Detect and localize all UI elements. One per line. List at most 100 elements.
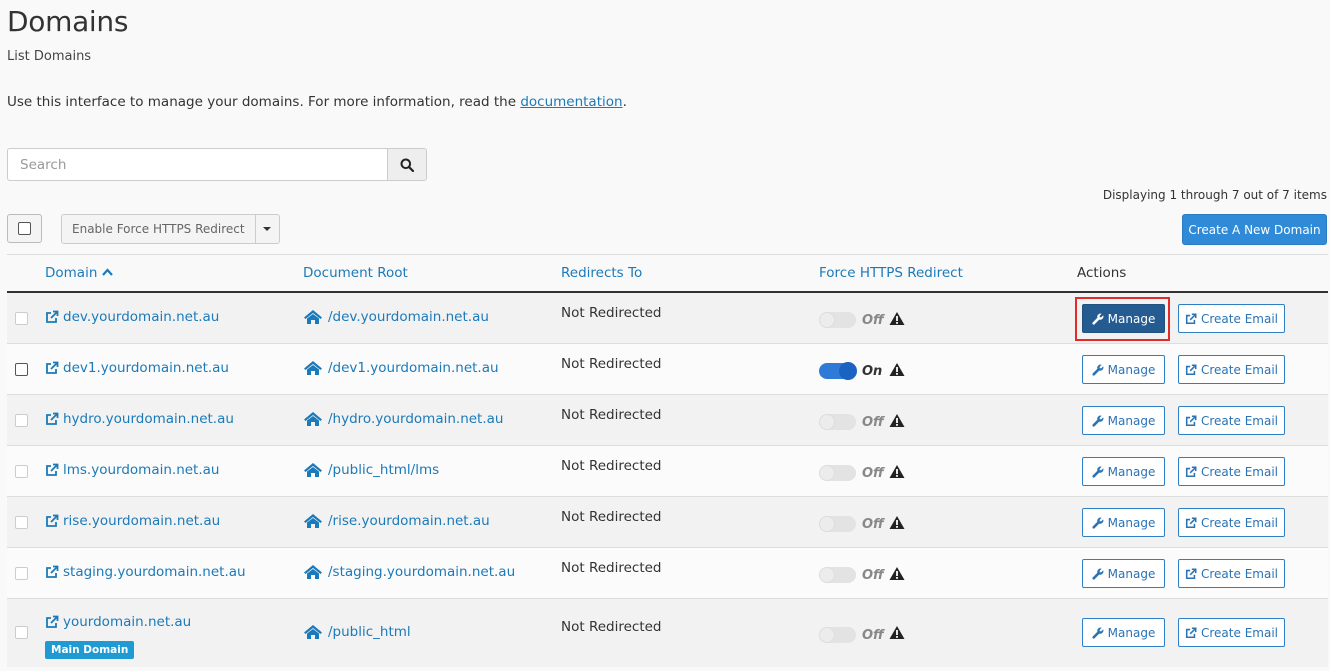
bulk-action-dropdown[interactable] <box>255 214 280 244</box>
docroot-link[interactable]: /public_html/lms <box>303 462 439 478</box>
toggle-knob <box>819 516 835 532</box>
https-toggle[interactable] <box>819 465 856 481</box>
docroot-path: /public_html/lms <box>328 462 440 478</box>
manage-button[interactable]: Manage <box>1082 559 1165 588</box>
row-checkbox[interactable] <box>15 414 28 427</box>
create-email-button[interactable]: Create Email <box>1178 304 1285 333</box>
home-icon <box>304 412 322 426</box>
wrench-icon <box>1092 313 1104 325</box>
search-icon <box>400 158 414 172</box>
domain-link[interactable]: dev1.yourdomain.net.au <box>45 360 229 376</box>
home-icon <box>304 565 322 579</box>
wrench-icon <box>1092 627 1104 639</box>
domain-name: yourdomain.net.au <box>63 614 192 630</box>
column-header-domain[interactable]: Domain <box>45 265 114 281</box>
home-icon <box>304 514 322 528</box>
https-status-label: Off <box>862 313 884 328</box>
docroot-path: /dev.yourdomain.net.au <box>328 309 489 325</box>
search-input[interactable] <box>7 148 387 181</box>
column-header-docroot[interactable]: Document Root <box>303 265 408 281</box>
create-email-button[interactable]: Create Email <box>1178 618 1285 647</box>
search-button[interactable] <box>387 148 427 181</box>
toggle-knob <box>819 312 835 328</box>
domain-link[interactable]: staging.yourdomain.net.au <box>45 564 246 580</box>
table-row: hydro.yourdomain.net.au /hydro.yourdomai… <box>7 395 1328 446</box>
toggle-knob <box>819 465 835 481</box>
column-header-https[interactable]: Force HTTPS Redirect <box>819 265 963 281</box>
domain-link[interactable]: dev.yourdomain.net.au <box>45 309 219 325</box>
docroot-link[interactable]: /rise.yourdomain.net.au <box>303 513 490 529</box>
row-checkbox[interactable] <box>15 363 28 376</box>
https-status-label: On <box>862 364 883 379</box>
create-email-button[interactable]: Create Email <box>1178 559 1285 588</box>
create-email-button[interactable]: Create Email <box>1178 508 1285 537</box>
https-status-label: Off <box>862 517 884 532</box>
domain-link[interactable]: hydro.yourdomain.net.au <box>45 411 234 427</box>
domain-link[interactable]: yourdomain.net.au <box>45 614 191 630</box>
select-all-button[interactable] <box>7 214 42 243</box>
docroot-link[interactable]: /hydro.yourdomain.net.au <box>303 411 503 427</box>
https-status-label: Off <box>862 628 884 643</box>
manage-button[interactable]: Manage <box>1082 457 1165 486</box>
manage-button[interactable]: Manage <box>1082 355 1165 384</box>
docroot-path: /staging.yourdomain.net.au <box>328 564 516 580</box>
create-email-button[interactable]: Create Email <box>1178 457 1285 486</box>
docroot-link[interactable]: /staging.yourdomain.net.au <box>303 564 515 580</box>
caret-down-icon <box>263 227 272 231</box>
wrench-icon <box>1092 466 1104 478</box>
row-checkbox[interactable] <box>15 465 28 478</box>
redirect-status: Not Redirected <box>561 560 662 576</box>
manage-button[interactable]: Manage <box>1082 406 1165 435</box>
domain-name: dev.yourdomain.net.au <box>63 309 220 325</box>
row-checkbox[interactable] <box>15 567 28 580</box>
external-link-icon <box>46 615 59 628</box>
warning-icon[interactable] <box>889 515 905 530</box>
warning-icon[interactable] <box>889 362 905 377</box>
external-link-icon <box>46 310 59 323</box>
wrench-icon <box>1092 517 1104 529</box>
enable-force-https-button[interactable]: Enable Force HTTPS Redirect <box>61 214 256 244</box>
manage-button[interactable]: Manage <box>1082 304 1165 333</box>
domain-name: lms.yourdomain.net.au <box>63 462 220 478</box>
create-domain-button[interactable]: Create A New Domain <box>1182 214 1327 245</box>
https-toggle[interactable] <box>819 362 857 380</box>
external-link-icon <box>1185 313 1197 324</box>
home-icon <box>304 361 322 375</box>
row-checkbox[interactable] <box>15 626 28 639</box>
external-link-icon <box>1185 415 1197 426</box>
manage-button[interactable]: Manage <box>1082 508 1165 537</box>
domain-link[interactable]: lms.yourdomain.net.au <box>45 462 219 478</box>
https-toggle[interactable] <box>819 516 856 532</box>
warning-icon[interactable] <box>889 311 905 326</box>
warning-icon[interactable] <box>889 413 905 428</box>
wrench-icon <box>1092 568 1104 580</box>
docroot-link[interactable]: /public_html <box>303 624 411 640</box>
intro-text: Use this interface to manage your domain… <box>7 94 627 110</box>
select-all-checkbox[interactable] <box>18 222 31 235</box>
docroot-link[interactable]: /dev.yourdomain.net.au <box>303 309 489 325</box>
table-body: dev.yourdomain.net.au /dev.yourdomain.ne… <box>7 293 1328 667</box>
create-email-button[interactable]: Create Email <box>1178 355 1285 384</box>
wrench-icon <box>1092 415 1104 427</box>
domain-name: staging.yourdomain.net.au <box>63 564 246 580</box>
docroot-link[interactable]: /dev1.yourdomain.net.au <box>303 360 499 376</box>
table-row: lms.yourdomain.net.au /public_html/lms N… <box>7 446 1328 497</box>
manage-button[interactable]: Manage <box>1082 618 1165 647</box>
https-toggle[interactable] <box>819 414 856 430</box>
https-toggle[interactable] <box>819 567 856 583</box>
create-email-button[interactable]: Create Email <box>1178 406 1285 435</box>
https-toggle[interactable] <box>819 627 856 643</box>
docroot-path: /hydro.yourdomain.net.au <box>328 411 504 427</box>
external-link-icon <box>46 565 59 578</box>
warning-icon[interactable] <box>889 566 905 581</box>
column-header-redirects[interactable]: Redirects To <box>561 265 642 281</box>
https-toggle[interactable] <box>819 312 856 328</box>
toggle-knob <box>819 627 835 643</box>
warning-icon[interactable] <box>889 464 905 479</box>
row-checkbox[interactable] <box>15 312 28 325</box>
documentation-link[interactable]: documentation <box>520 94 622 110</box>
warning-icon[interactable] <box>889 625 905 640</box>
row-checkbox[interactable] <box>15 516 28 529</box>
domain-link[interactable]: rise.yourdomain.net.au <box>45 513 220 529</box>
external-link-icon <box>46 514 59 527</box>
